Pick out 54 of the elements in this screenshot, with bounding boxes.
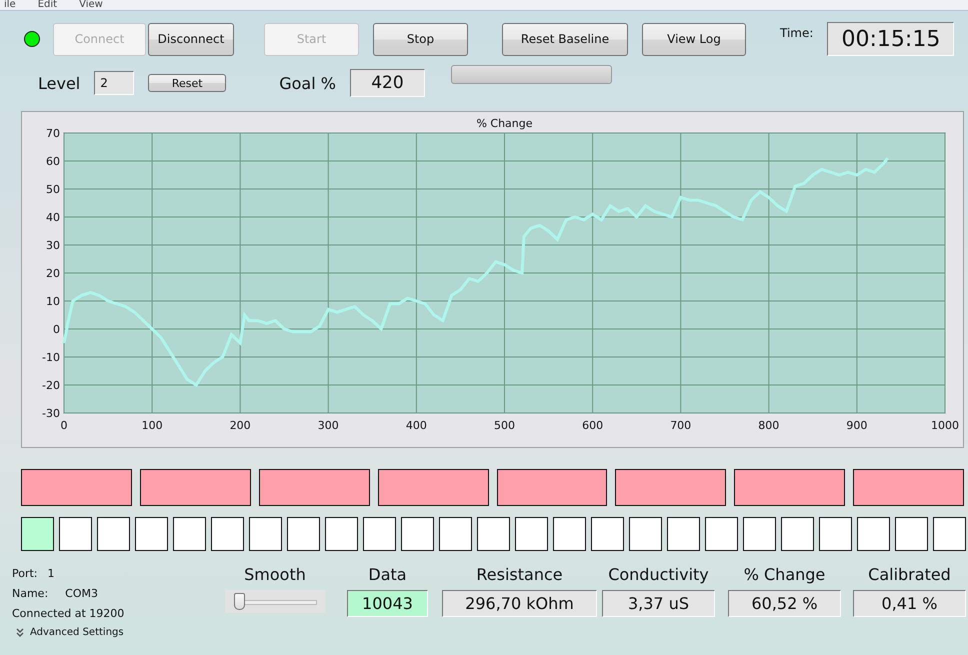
smooth-label: Smooth [244,565,306,584]
goal-field: 420 [350,69,425,97]
double-chevron-down-icon [16,628,24,637]
x-tick-label: 800 [758,419,780,432]
readout-label: Data [368,565,407,584]
smooth-slider[interactable] [225,590,325,613]
readout-value: 10043 [347,590,428,617]
y-tick-label: 30 [46,239,60,252]
chart-title: % Change [476,117,533,130]
toolbar-button[interactable]: Stop [373,22,468,56]
y-tick-label: 70 [46,127,60,140]
x-tick-label: 700 [670,419,692,432]
readout-value: 60,52 % [728,590,841,617]
x-tick-label: 0 [60,419,68,432]
readout-label: % Change [744,565,826,584]
readout-value: 3,37 uS [602,590,715,617]
y-tick-label: 60 [46,155,60,168]
x-tick-label: 600 [582,419,604,432]
x-tick-label: 900 [846,419,868,432]
goal-label: Goal % [279,74,336,92]
readout-value: 296,70 kOhm [442,590,597,617]
toolbar-button[interactable]: Reset Baseline [502,22,628,56]
time-display: 00:15:15 [827,22,954,56]
toolbar-button[interactable]: Disconnect [148,22,234,56]
readout-value: 0,41 % [853,590,966,617]
y-tick-label: -10 [42,351,60,364]
name-label: Name: [12,587,48,600]
y-tick-label: 10 [46,295,60,308]
port-label: Port: [12,567,38,580]
y-tick-label: 40 [46,211,60,224]
x-tick-label: 400 [406,419,427,432]
reset-button[interactable]: Reset [148,74,226,92]
readout-label: Conductivity [608,565,709,584]
y-tick-label: 20 [46,267,60,280]
readout-label: Resistance [476,565,563,584]
x-tick-label: 1000 [931,419,959,432]
x-tick-label: 200 [230,419,251,432]
slider-thumb[interactable] [234,593,245,610]
advanced-settings-toggle[interactable]: Advanced Settings [12,627,124,638]
x-tick-label: 100 [142,419,163,432]
y-tick-label: -30 [42,407,60,420]
y-tick-label: 0 [53,323,60,336]
level-label: Level [38,74,80,92]
y-tick-label: 50 [46,183,60,196]
time-label: Time: [780,26,814,40]
toolbar-button[interactable]: View Log [642,22,746,56]
connection-status: Connected at 19200 [12,607,126,620]
readout-label: Calibrated [868,565,951,584]
y-tick-label: -20 [42,379,60,392]
port-value: 1 [48,567,55,580]
x-tick-label: 300 [318,419,339,432]
x-tick-label: 500 [494,419,515,432]
level-field[interactable]: 2 [94,71,134,95]
name-value: COM3 [65,587,98,600]
